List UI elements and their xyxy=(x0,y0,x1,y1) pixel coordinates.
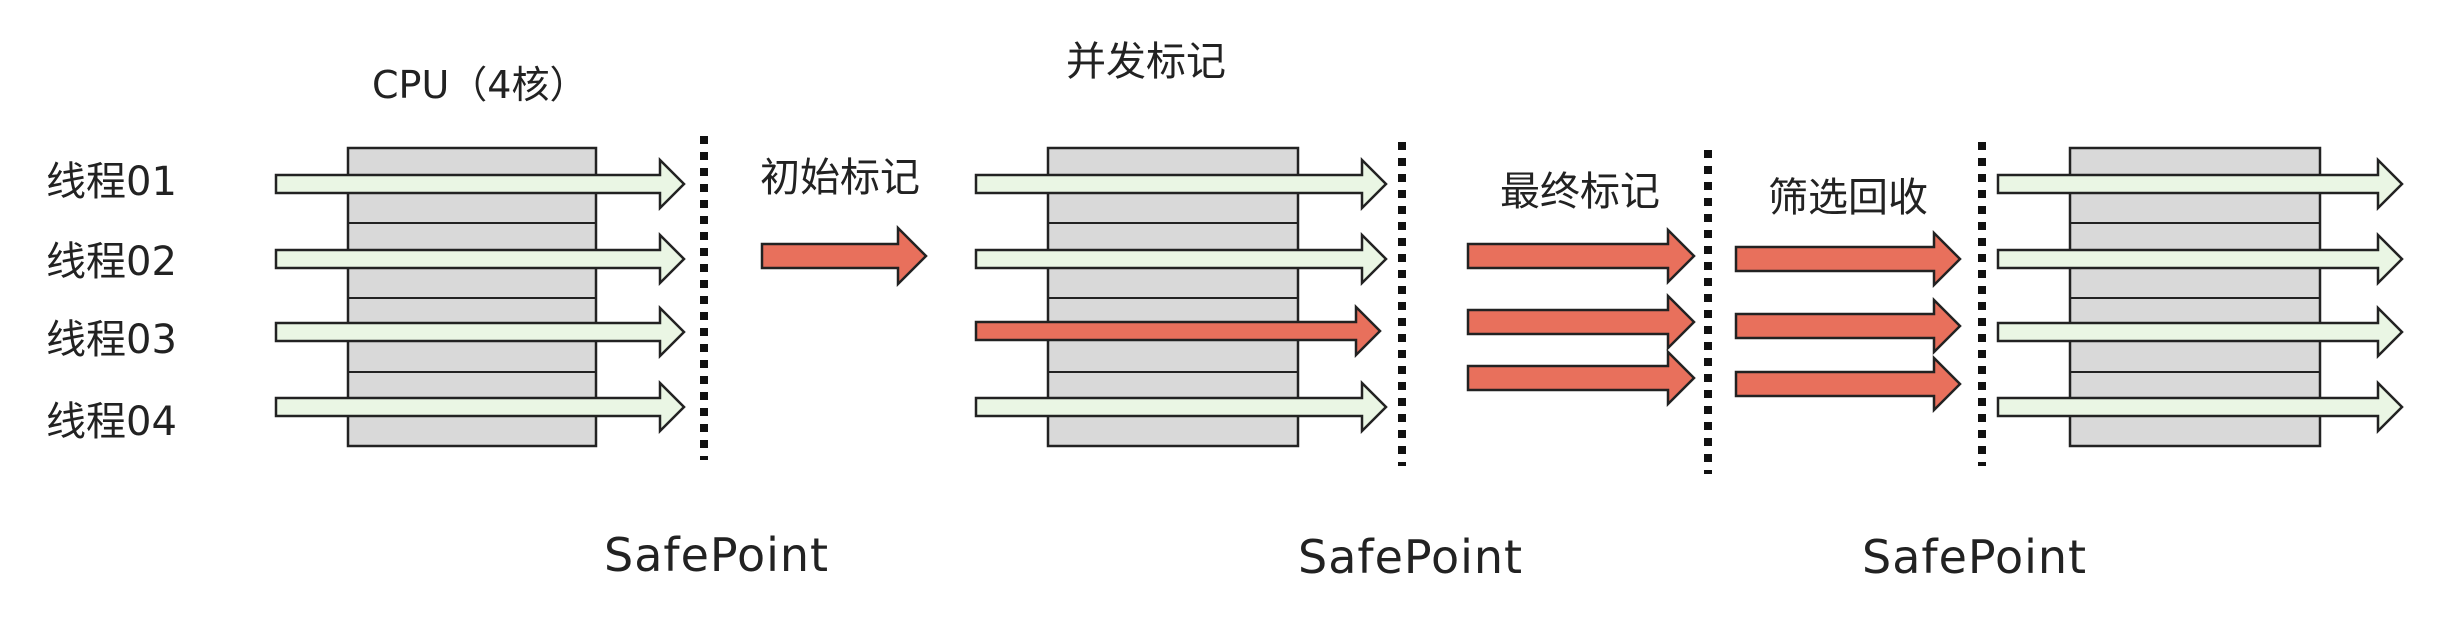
diagram-graphics xyxy=(274,136,2404,474)
gc-arrow-initial-mark xyxy=(760,224,928,288)
gc-arrow-final-mark-2 xyxy=(1466,292,1696,352)
gc-arrow-cleanup-3 xyxy=(1734,354,1962,414)
gc-arrow-final-mark-3 xyxy=(1466,348,1696,408)
gc-phases-diagram: 线程01 线程02 线程03 线程04 CPU（4核） 初始标记 并发标记 最终… xyxy=(0,0,2448,626)
gc-arrow-cleanup-1 xyxy=(1734,229,1962,289)
gc-arrow-cleanup-2 xyxy=(1734,296,1962,356)
gc-arrow-final-mark-1 xyxy=(1466,226,1696,286)
